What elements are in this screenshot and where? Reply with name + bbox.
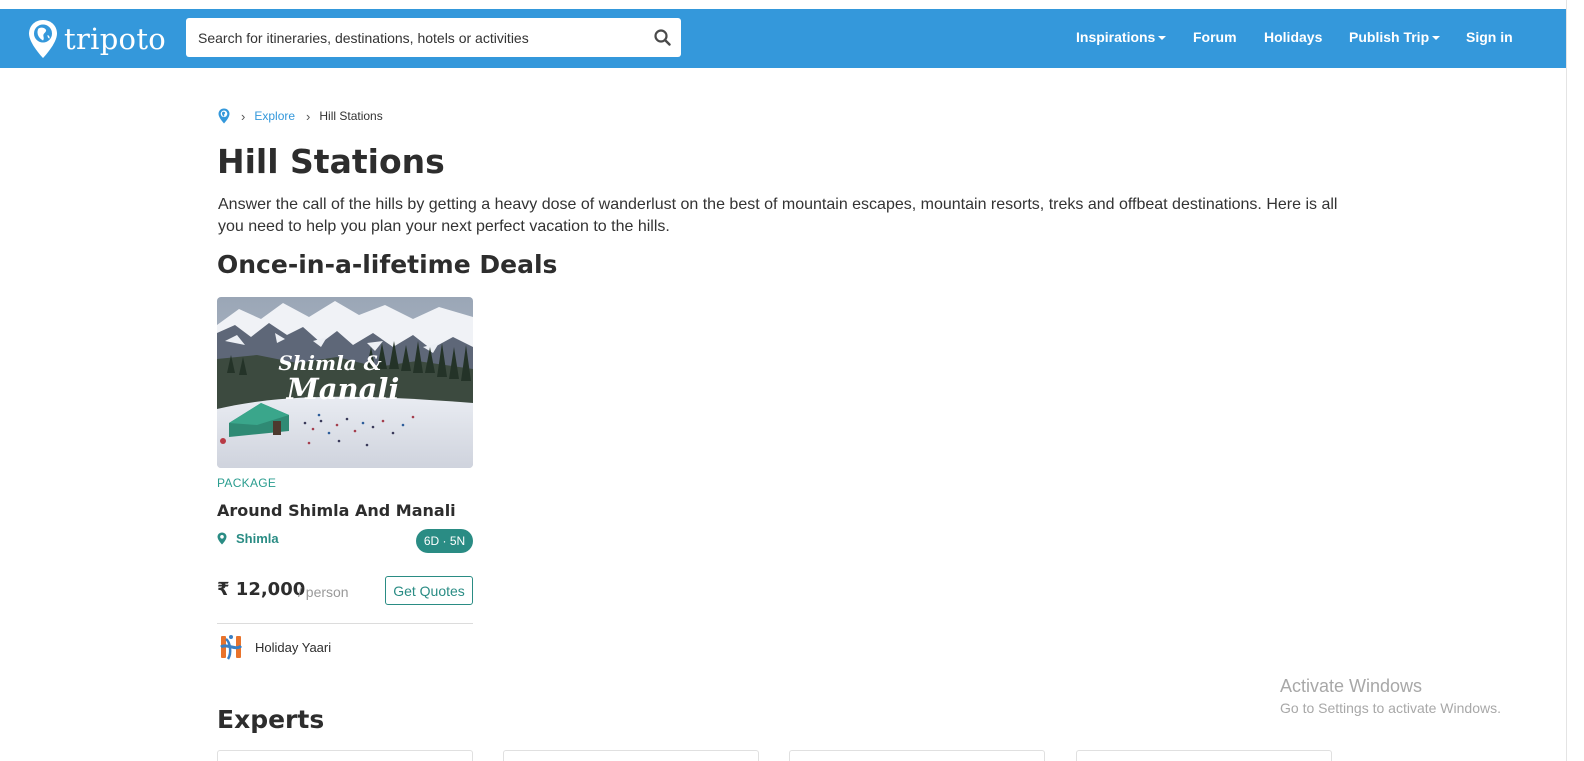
deal-image-title-line2: Manali bbox=[286, 372, 400, 406]
chevron-right-icon: › bbox=[306, 108, 311, 124]
location-pin-icon[interactable] bbox=[218, 108, 230, 124]
nav-inspirations-label: Inspirations bbox=[1076, 29, 1156, 45]
nav-sign-in[interactable]: Sign in bbox=[1466, 29, 1513, 45]
top-strip bbox=[0, 0, 1566, 9]
deal-title[interactable]: Around Shimla And Manali bbox=[217, 501, 456, 520]
deal-image[interactable]: Shimla & Manali bbox=[217, 297, 473, 468]
nav-holidays-label: Holidays bbox=[1264, 29, 1323, 45]
deal-location-name: Shimla bbox=[236, 531, 279, 546]
nav-publish-trip-label: Publish Trip bbox=[1349, 29, 1430, 45]
deal-price: ₹ 12,000 bbox=[217, 579, 306, 600]
logo-pin-icon bbox=[29, 20, 57, 58]
nav-sign-in-label: Sign in bbox=[1466, 29, 1513, 45]
nav-forum[interactable]: Forum bbox=[1193, 29, 1237, 45]
top-navbar: tripoto Inspirations Forum Holidays Publ… bbox=[0, 9, 1566, 68]
experts-heading: Experts bbox=[217, 705, 325, 734]
windows-activation-subtitle: Go to Settings to activate Windows. bbox=[1280, 700, 1501, 716]
expert-card[interactable] bbox=[503, 750, 759, 761]
seller-name[interactable]: Holiday Yaari bbox=[255, 640, 331, 655]
deals-heading: Once-in-a-lifetime Deals bbox=[217, 250, 558, 279]
breadcrumb-current: Hill Stations bbox=[319, 109, 383, 123]
deal-location: Shimla bbox=[217, 531, 279, 546]
chevron-down-icon bbox=[1432, 36, 1441, 40]
search-input[interactable] bbox=[198, 19, 638, 56]
deal-price-unit: / person bbox=[298, 584, 349, 600]
page-description: Answer the call of the hills by getting … bbox=[218, 196, 1338, 235]
chevron-down-icon bbox=[1158, 36, 1167, 40]
nav-holidays[interactable]: Holidays bbox=[1264, 29, 1322, 45]
search-bar bbox=[186, 18, 681, 57]
get-quotes-button[interactable]: Get Quotes bbox=[385, 576, 473, 605]
chevron-right-icon: › bbox=[241, 108, 246, 124]
logo-wordmark: tripoto bbox=[64, 22, 167, 56]
expert-card[interactable] bbox=[789, 750, 1045, 761]
breadcrumb-explore-link[interactable]: Explore bbox=[254, 109, 295, 123]
search-icon[interactable] bbox=[654, 29, 671, 46]
deal-photo: Shimla & Manali bbox=[217, 297, 473, 468]
deal-type-label: PACKAGE bbox=[217, 476, 277, 490]
map-pin-icon bbox=[217, 532, 227, 545]
duration-badge: 6D · 5N bbox=[416, 529, 473, 553]
page-title: Hill Stations bbox=[217, 142, 445, 181]
breadcrumb: › Explore › Hill Stations bbox=[218, 108, 383, 124]
expert-card[interactable] bbox=[217, 750, 473, 761]
window-scrollbar[interactable] bbox=[1566, 0, 1584, 761]
card-divider bbox=[217, 623, 473, 624]
nav-forum-label: Forum bbox=[1193, 29, 1237, 45]
expert-card[interactable] bbox=[1076, 750, 1332, 761]
holiday-yaari-logo[interactable] bbox=[217, 633, 245, 661]
windows-activation-title: Activate Windows bbox=[1280, 676, 1423, 696]
nav-publish-trip[interactable]: Publish Trip bbox=[1349, 29, 1441, 45]
nav-inspirations[interactable]: Inspirations bbox=[1076, 29, 1167, 45]
tripoto-logo[interactable]: tripoto bbox=[28, 19, 166, 59]
deal-card[interactable]: Shimla & Manali PACKAGE Around Shimla An… bbox=[217, 297, 473, 667]
